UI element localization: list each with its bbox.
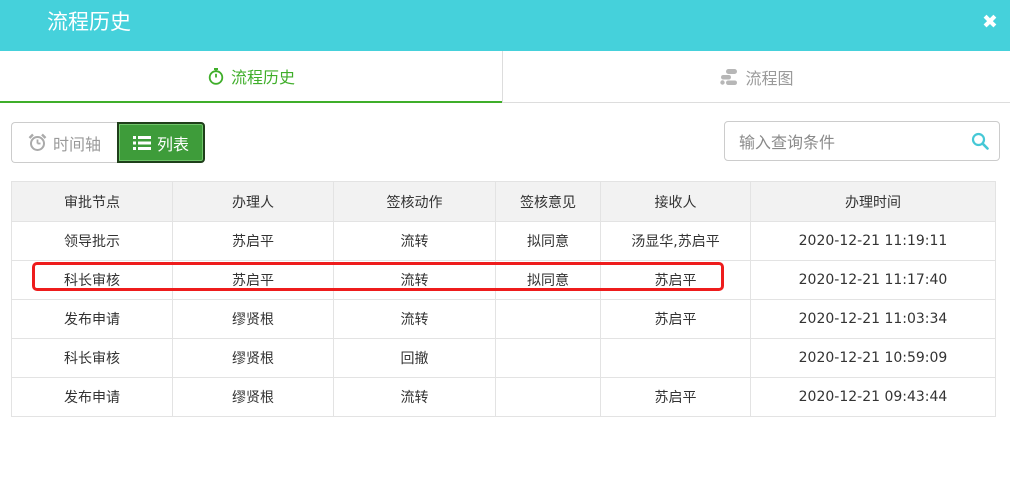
table-cell: 2020-12-21 11:03:34 (750, 299, 996, 339)
tab-process-history[interactable]: 流程历史 (0, 51, 502, 103)
column-header: 办理人 (172, 181, 334, 222)
table-cell: 2020-12-21 11:19:11 (750, 221, 996, 261)
search-icon[interactable] (971, 132, 989, 150)
column-header: 审批节点 (11, 181, 173, 222)
table-cell (495, 377, 601, 417)
list-view-button[interactable]: 列表 (117, 122, 205, 163)
table-cell: 2020-12-21 10:59:09 (750, 338, 996, 378)
list-icon (132, 135, 151, 151)
timeline-view-button[interactable]: 时间轴 (11, 122, 117, 163)
tab-flowchart[interactable]: 流程图 (502, 51, 1010, 103)
search-box (724, 121, 1000, 161)
dialog-title: 流程历史 (47, 10, 131, 34)
close-icon[interactable]: ✖ (982, 13, 998, 32)
table-row[interactable]: 发布申请 缪贤根 流转 苏启平 2020-12-21 09:43:44 (11, 377, 996, 417)
view-mode-switch: 时间轴 列表 (11, 122, 205, 163)
column-header: 接收人 (600, 181, 751, 222)
tab-process-history-label: 流程历史 (230, 68, 295, 87)
table-cell: 苏启平 (600, 260, 751, 300)
tab-bar: 流程历史 流程图 (0, 51, 1010, 103)
table-row[interactable]: 发布申请 缪贤根 流转 苏启平 2020-12-21 11:03:34 (11, 299, 996, 339)
table-cell: 拟同意 (495, 260, 601, 300)
table-cell: 流转 (333, 221, 496, 261)
table-header-row: 审批节点 办理人 签核动作 签核意见 接收人 办理时间 (11, 181, 996, 222)
timeline-view-label: 时间轴 (52, 134, 101, 154)
table-cell: 缪贤根 (172, 377, 334, 417)
table-cell: 缪贤根 (172, 338, 334, 378)
table-cell: 汤显华,苏启平 (600, 221, 751, 261)
alarm-clock-icon (28, 133, 47, 152)
column-header: 办理时间 (750, 181, 996, 222)
table-cell (600, 338, 751, 378)
table-cell: 流转 (333, 260, 496, 300)
flowchart-icon (719, 68, 739, 86)
table-cell: 发布申请 (11, 299, 173, 339)
tab-flowchart-label: 流程图 (745, 69, 794, 88)
table-cell: 2020-12-21 09:43:44 (750, 377, 996, 417)
table-cell (495, 299, 601, 339)
table-cell: 苏启平 (600, 377, 751, 417)
dialog-titlebar: 流程历史 ✖ (0, 0, 1010, 51)
table-cell: 流转 (333, 299, 496, 339)
table-cell: 领导批示 (11, 221, 173, 261)
table-row[interactable]: 科长审核 缪贤根 回撤 2020-12-21 10:59:09 (11, 338, 996, 378)
table-cell: 科长审核 (11, 338, 173, 378)
table-row[interactable]: 科长审核 苏启平 流转 拟同意 苏启平 2020-12-21 11:17:40 (11, 260, 996, 300)
table-cell: 苏启平 (172, 221, 334, 261)
table-cell: 科长审核 (11, 260, 173, 300)
table-row[interactable]: 领导批示 苏启平 流转 拟同意 汤显华,苏启平 2020-12-21 11:19… (11, 221, 996, 261)
table-cell: 缪贤根 (172, 299, 334, 339)
table-cell: 发布申请 (11, 377, 173, 417)
search-input[interactable] (739, 130, 959, 154)
table-cell (495, 338, 601, 378)
process-history-dialog: 流程历史 ✖ 流程历史 流程图 时间轴 列表 输入查询条件 审批节点 办理人 签… (0, 0, 1010, 488)
column-header: 签核动作 (333, 181, 496, 222)
table-cell: 苏启平 (172, 260, 334, 300)
table-cell: 苏启平 (600, 299, 751, 339)
table-cell: 回撤 (333, 338, 496, 378)
process-history-table: 审批节点 办理人 签核动作 签核意见 接收人 办理时间 领导批示 苏启平 流转 … (11, 181, 996, 417)
list-view-label: 列表 (156, 134, 189, 154)
table-cell: 拟同意 (495, 221, 601, 261)
table-cell: 2020-12-21 11:17:40 (750, 260, 996, 300)
column-header: 签核意见 (495, 181, 601, 222)
table-cell: 流转 (333, 377, 496, 417)
stopwatch-icon (207, 67, 225, 85)
